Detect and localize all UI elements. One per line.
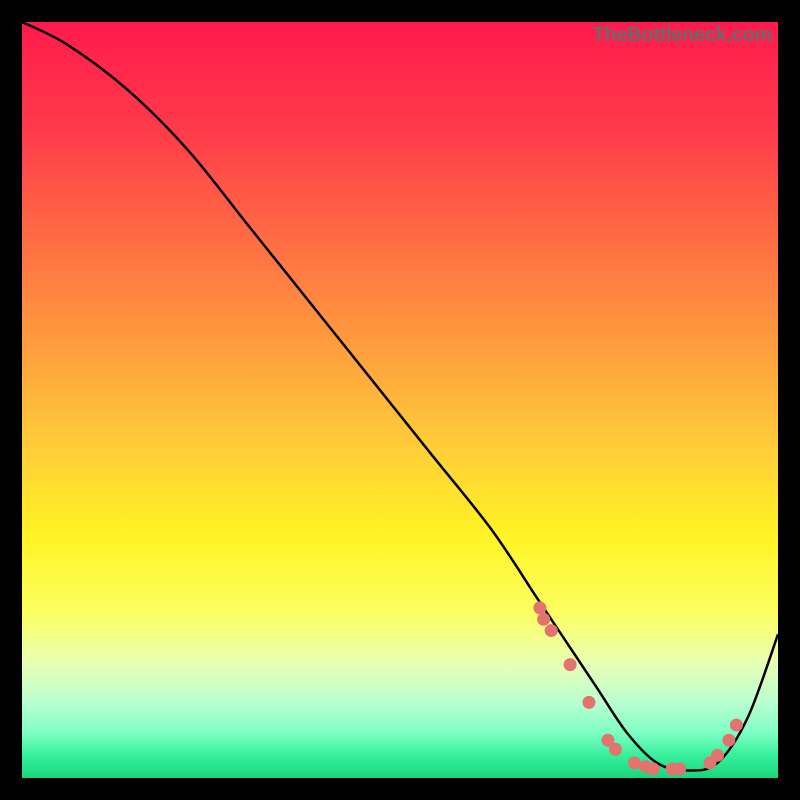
marker-dot xyxy=(628,756,641,769)
marker-dot xyxy=(583,696,596,709)
marker-dot xyxy=(564,658,577,671)
marker-dot xyxy=(609,743,622,756)
marker-dot xyxy=(673,762,686,775)
marker-dot xyxy=(537,613,550,626)
chart-svg xyxy=(22,22,778,778)
marker-dot xyxy=(545,624,558,637)
marker-dot xyxy=(533,601,546,614)
marker-dot xyxy=(722,734,735,747)
marker-dot xyxy=(647,762,660,775)
bottleneck-curve xyxy=(22,22,778,771)
marker-dots xyxy=(533,601,743,775)
marker-dot xyxy=(730,719,743,732)
chart-area: TheBottleneck.com xyxy=(22,22,778,778)
marker-dot xyxy=(711,749,724,762)
